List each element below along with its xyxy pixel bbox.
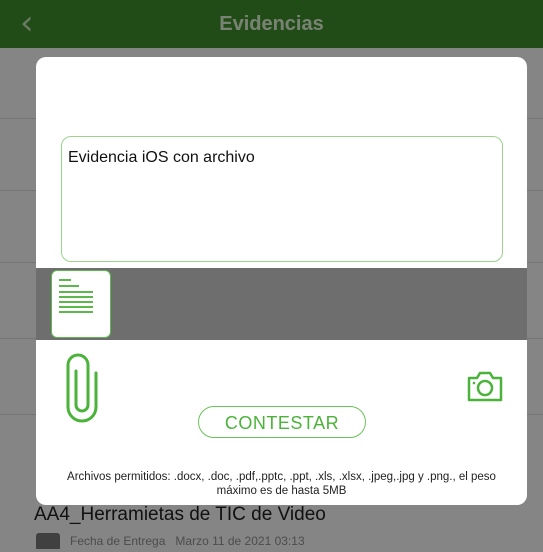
document-icon [59,279,93,313]
attachments-strip [36,268,527,340]
contestar-button[interactable]: CONTESTAR [198,406,366,438]
evidence-text-field[interactable]: Evidencia iOS con archivo [61,136,503,262]
answer-modal: Evidencia iOS con archivo CONTESTAR Arch… [36,57,527,505]
allowed-files-note: Archivos permitidos: .docx, .doc, .pdf,.… [67,471,496,497]
evidence-text-value: Evidencia iOS con archivo [68,149,255,166]
camera-icon[interactable] [466,369,504,403]
attachment-item[interactable] [51,270,111,338]
paperclip-icon[interactable] [62,353,102,423]
